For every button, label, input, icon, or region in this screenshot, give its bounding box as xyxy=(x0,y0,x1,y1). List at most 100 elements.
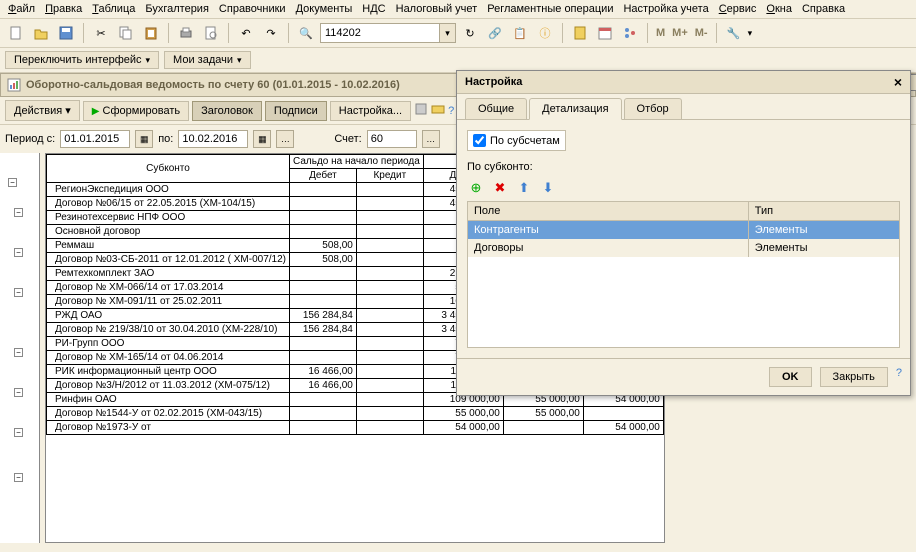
col-field: Поле xyxy=(468,202,749,221)
tab-detail[interactable]: Детализация xyxy=(529,98,621,120)
menu-file[interactable]: Файл xyxy=(8,3,35,15)
help-icon[interactable]: ? xyxy=(448,105,454,117)
menu-table[interactable]: Таблица xyxy=(92,3,135,15)
tree-collapse-icon[interactable]: − xyxy=(14,348,23,357)
close-icon[interactable]: × xyxy=(894,75,902,89)
switch-interface-button[interactable]: Переключить интерфейс▾ xyxy=(5,51,159,69)
menu-vat[interactable]: НДС xyxy=(362,3,385,15)
menu-operations[interactable]: Регламентные операции xyxy=(487,3,613,15)
search-input[interactable] xyxy=(320,23,440,43)
menu-accounting[interactable]: Бухгалтерия xyxy=(145,3,209,15)
combo-dropdown-icon[interactable]: ▾ xyxy=(440,23,456,43)
dropdown-icon[interactable]: ▾ xyxy=(748,28,753,39)
report-icon xyxy=(6,77,22,93)
open-icon[interactable] xyxy=(30,22,52,44)
table-row[interactable]: Договор №1544-У от 02.02.2015 (ХМ-043/15… xyxy=(47,407,664,421)
tab-filter[interactable]: Отбор xyxy=(624,98,682,119)
calendar-icon[interactable] xyxy=(594,22,616,44)
actions-button[interactable]: Действия ▾ xyxy=(5,100,80,121)
menu-directories[interactable]: Справочники xyxy=(219,3,286,15)
settings-button[interactable]: Настройка... xyxy=(330,101,411,121)
period-from-label: Период с: xyxy=(5,133,55,145)
menu-service[interactable]: Сервис xyxy=(719,3,757,15)
settings-dialog: Настройка × Общие Детализация Отбор По с… xyxy=(456,70,911,396)
tree-collapse-icon[interactable]: − xyxy=(14,248,23,257)
table-row[interactable]: Договор №1973-У от54 000,0054 000,00 xyxy=(47,421,664,435)
document-title: Оборотно-сальдовая ведомость по счету 60… xyxy=(26,79,400,91)
copy-icon[interactable] xyxy=(115,22,137,44)
my-tasks-button[interactable]: Мои задачи▾ xyxy=(164,51,250,69)
mminus-button[interactable]: M- xyxy=(693,27,710,39)
col-debit: Дебет xyxy=(290,169,357,183)
tree-column: − − − − − − − − xyxy=(0,153,40,543)
col-subkonto: Субконто xyxy=(47,155,290,183)
copy2-icon[interactable]: 📋 xyxy=(509,22,531,44)
date-from-input[interactable] xyxy=(60,130,130,148)
col-type: Тип xyxy=(748,202,899,221)
tree-collapse-icon[interactable]: − xyxy=(14,208,23,217)
period-to-label: по: xyxy=(158,133,173,145)
new-icon[interactable] xyxy=(5,22,27,44)
account-select-icon[interactable]: … xyxy=(422,130,440,148)
help-icon[interactable]: ? xyxy=(896,367,902,387)
save-icon[interactable] xyxy=(55,22,77,44)
wrench-icon[interactable]: 🔧 xyxy=(723,22,745,44)
col-saldo-start: Сальдо на начало периода xyxy=(290,155,424,169)
signatures-button[interactable]: Подписи xyxy=(265,101,327,121)
tool2-icon[interactable] xyxy=(431,102,445,119)
calendar-to-icon[interactable]: ▦ xyxy=(253,130,271,148)
preview-icon[interactable] xyxy=(200,22,222,44)
tool1-icon[interactable] xyxy=(414,102,428,119)
menu-tax[interactable]: Налоговый учет xyxy=(396,3,478,15)
subaccounts-checkbox[interactable] xyxy=(473,134,486,147)
close-button[interactable]: Закрыть xyxy=(820,367,888,387)
paste-icon[interactable] xyxy=(140,22,162,44)
menubar: Файл Правка Таблица Бухгалтерия Справочн… xyxy=(0,0,916,19)
subkonto-table: Поле Тип КонтрагентыЭлементыДоговорыЭлем… xyxy=(467,201,900,348)
date-to-input[interactable] xyxy=(178,130,248,148)
info-icon[interactable]: ⓘ xyxy=(534,22,556,44)
search-icon[interactable]: 🔍 xyxy=(295,22,317,44)
tree-icon[interactable] xyxy=(619,22,641,44)
menu-help[interactable]: Справка xyxy=(802,3,845,15)
tree-collapse-icon[interactable]: − xyxy=(8,178,17,187)
delete-icon[interactable]: ✖ xyxy=(491,179,509,197)
mplus-button[interactable]: M+ xyxy=(670,27,690,39)
menu-windows[interactable]: Окна xyxy=(766,3,792,15)
account-label: Счет: xyxy=(334,133,361,145)
account-input[interactable] xyxy=(367,130,417,148)
main-toolbar: ✂ ↶ ↷ 🔍 ▾ ↻ 🔗 📋 ⓘ M M+ M- 🔧 ▾ xyxy=(0,19,916,48)
refresh-icon[interactable]: ↻ xyxy=(459,22,481,44)
tree-collapse-icon[interactable]: − xyxy=(14,288,23,297)
ok-button[interactable]: OK xyxy=(769,367,812,387)
calendar-from-icon[interactable]: ▦ xyxy=(135,130,153,148)
form-button[interactable]: ▶ Сформировать xyxy=(83,101,189,121)
calc-icon[interactable] xyxy=(569,22,591,44)
subkonto-row[interactable]: КонтрагентыЭлементы xyxy=(468,221,900,240)
tree-collapse-icon[interactable]: − xyxy=(14,473,23,482)
menu-documents[interactable]: Документы xyxy=(296,3,353,15)
link-icon[interactable]: 🔗 xyxy=(484,22,506,44)
period-select-icon[interactable]: … xyxy=(276,130,294,148)
add-icon[interactable]: ⊕ xyxy=(467,179,485,197)
menu-edit[interactable]: Правка xyxy=(45,3,82,15)
redo-icon[interactable]: ↷ xyxy=(260,22,282,44)
subaccounts-label: По субсчетам xyxy=(490,135,560,147)
tree-collapse-icon[interactable]: − xyxy=(14,388,23,397)
cut-icon[interactable]: ✂ xyxy=(90,22,112,44)
undo-icon[interactable]: ↶ xyxy=(235,22,257,44)
print-icon[interactable] xyxy=(175,22,197,44)
header-button[interactable]: Заголовок xyxy=(192,101,262,121)
menu-settings[interactable]: Настройка учета xyxy=(623,3,708,15)
subkonto-row[interactable]: ДоговорыЭлементы xyxy=(468,239,900,257)
tab-general[interactable]: Общие xyxy=(465,98,527,119)
col-credit: Кредит xyxy=(356,169,423,183)
subkonto-label: По субконто: xyxy=(467,161,900,173)
tree-collapse-icon[interactable]: − xyxy=(14,428,23,437)
dialog-tabs: Общие Детализация Отбор xyxy=(457,94,910,120)
dialog-title: Настройка xyxy=(465,76,522,88)
m-button[interactable]: M xyxy=(654,27,667,39)
down-icon[interactable]: ⬇ xyxy=(539,179,557,197)
up-icon[interactable]: ⬆ xyxy=(515,179,533,197)
search-combo[interactable]: ▾ xyxy=(320,23,456,43)
